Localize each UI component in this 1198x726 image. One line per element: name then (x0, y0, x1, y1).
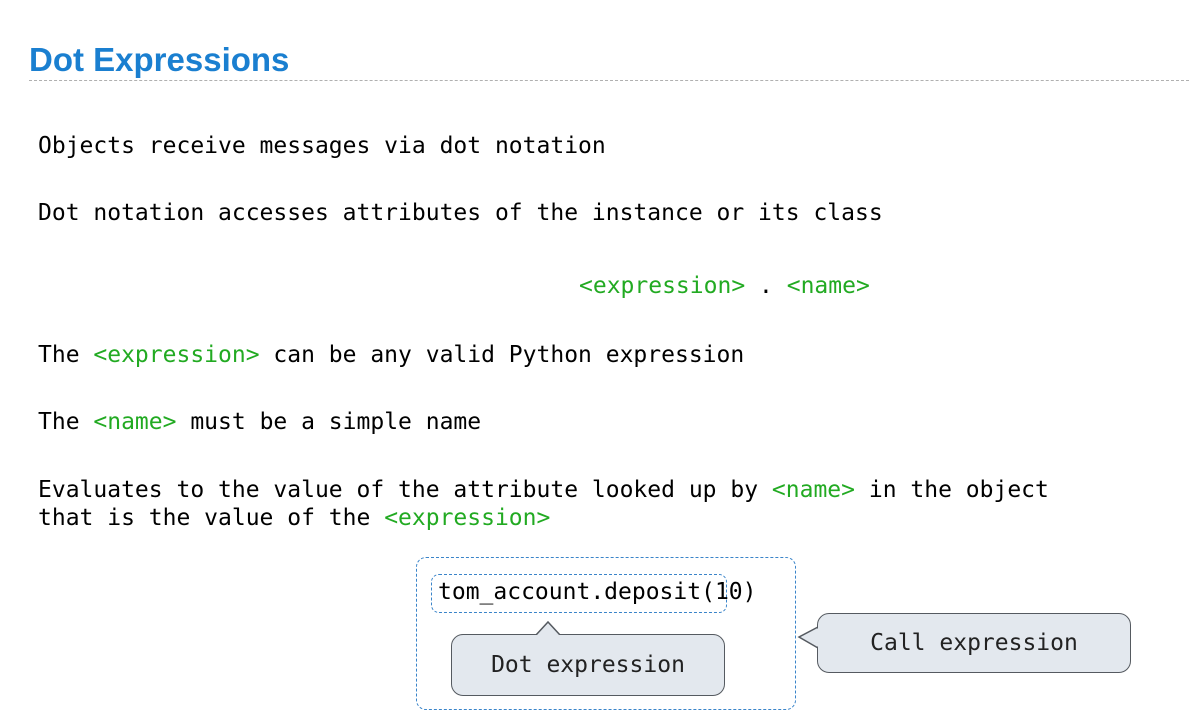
highlight-expression: <expression> (93, 342, 260, 368)
text-line-dot-notation: Dot notation accesses attributes of the … (38, 200, 883, 226)
slide-title: Dot Expressions (29, 41, 290, 78)
call-callout-pointer (797, 625, 819, 650)
text-line-objects-receive: Objects receive messages via dot notatio… (38, 133, 606, 159)
code-dot-part: tom_account.deposit (438, 579, 702, 605)
text-fragment: in the object (855, 477, 1049, 503)
text-fragment: can be any valid Python expression (259, 342, 745, 368)
text-fragment: must be a simple name (176, 409, 482, 435)
syntax-expression: <expression> (579, 273, 746, 299)
syntax-name: <name> (786, 273, 870, 299)
text-line-expression-rule: The <expression> can be any valid Python… (38, 341, 744, 369)
text-fragment: The (38, 342, 94, 368)
text-line-name-rule: The <name> must be a simple name (38, 408, 481, 436)
text-fragment: Evaluates to the value of the attribute … (38, 477, 772, 503)
syntax-dot: . (745, 273, 787, 299)
dot-expression-callout: Dot expression (451, 634, 725, 696)
highlight-expression: <expression> (384, 505, 551, 531)
call-expression-callout: Call expression (817, 613, 1131, 673)
code-example: tom_account.deposit(10) (438, 578, 757, 606)
text-fragment: that is the value of the (38, 505, 385, 531)
text-fragment: The (38, 409, 94, 435)
dot-syntax-template: <expression> . <name> (579, 272, 870, 300)
text-line-evaluates: Evaluates to the value of the attribute … (38, 476, 1049, 504)
highlight-name: <name> (771, 477, 855, 503)
title-divider (29, 80, 1189, 81)
text-line-evaluates-cont: that is the value of the <expression> (38, 504, 550, 532)
highlight-name: <name> (93, 409, 177, 435)
code-args-part: (10) (701, 579, 757, 605)
